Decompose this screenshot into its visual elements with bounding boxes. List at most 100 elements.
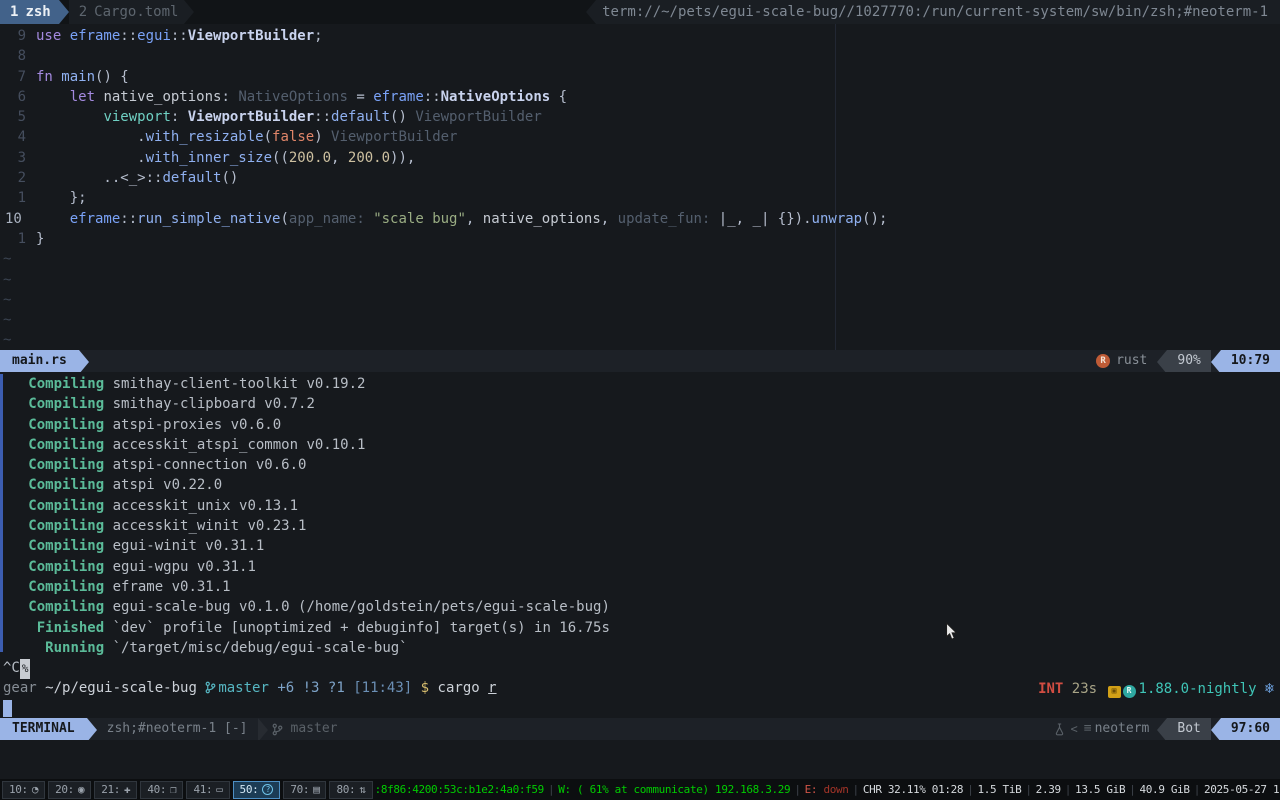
- text-segment: main: [61, 69, 95, 85]
- text-segment: ViewportBuilder: [331, 129, 457, 145]
- text-segment: ::: [146, 170, 163, 186]
- text-segment: (): [390, 109, 415, 125]
- terminal-line: Compiling atspi v0.22.0: [0, 475, 1280, 495]
- right-prompt: INT 23s ▣R1.88.0-nightly ❄: [1038, 678, 1274, 699]
- text-segment: %: [20, 659, 31, 679]
- bar-network-stats: :8f86:4200:53c:b1e2:4a0:f59|W: ( 61% at …: [375, 783, 863, 796]
- text-segment: [294, 680, 302, 696]
- text-segment: ViewportBuilder: [188, 28, 314, 44]
- server-name: neoterm: [1095, 718, 1150, 740]
- workspace-app-icon: ?: [262, 784, 273, 795]
- text-segment: egui-scale-bug v0.1.0 (/home/goldstein/p…: [104, 599, 610, 615]
- text-segment: accesskit_unix v0.13.1: [104, 498, 298, 514]
- terminal-title-wrap: term://~/pets/egui-scale-bug//1027770:/r…: [586, 0, 1280, 24]
- editor-buffer[interactable]: 9use eframe::egui::ViewportBuilder;87fn …: [0, 24, 1280, 350]
- stat-text: down: [823, 783, 848, 796]
- code-line: 9use eframe::egui::ViewportBuilder;: [0, 26, 1280, 46]
- workspace-button-41[interactable]: 41:▭: [186, 781, 229, 799]
- code-line: 1 };: [0, 188, 1280, 208]
- stat-text: :8f86:4200:53c:b1e2:4a0:f59: [375, 783, 544, 796]
- text-segment: }: [36, 231, 44, 247]
- text-segment: :: [221, 89, 238, 105]
- text-segment: ViewportBuilder: [188, 109, 314, 125]
- tabline: 1zsh 2Cargo.toml term://~/pets/egui-scal…: [0, 0, 1280, 24]
- terminal-buffer[interactable]: Compiling smithay-client-toolkit v0.19.2…: [0, 372, 1280, 718]
- line-number: 1: [0, 229, 26, 249]
- buffer-name: zsh;#neoterm-1 [-]: [97, 718, 258, 740]
- text-segment: [3, 640, 45, 656]
- text-segment: ::: [120, 28, 137, 44]
- terminal-line: Finished `dev` profile [unoptimized + de…: [0, 618, 1280, 638]
- stat-text: 40.9 GiB: [1140, 783, 1190, 796]
- text-segment: "scale bug": [373, 211, 466, 227]
- workspace-button-20[interactable]: 20:◉: [48, 781, 91, 799]
- workspace-button-10[interactable]: 10:◔: [2, 781, 45, 799]
- text-segment: 200.0: [289, 150, 331, 166]
- text-segment: =: [356, 89, 373, 105]
- text-segment: [3, 376, 28, 392]
- text-segment: use: [36, 28, 70, 44]
- separator: |: [548, 783, 554, 796]
- text-segment: [3, 700, 12, 717]
- text-segment: smithay-clipboard v0.7.2: [104, 396, 315, 412]
- workspace-button-50[interactable]: 50:?: [233, 781, 281, 799]
- text-segment: ::: [171, 28, 188, 44]
- cargo-package-icon: ▣: [1108, 686, 1121, 698]
- text-segment: eframe v0.31.1: [104, 579, 230, 595]
- workspace-app-icon: ❐: [170, 783, 176, 796]
- filetype-label: rust: [1116, 350, 1147, 372]
- text-segment: Compiling: [28, 538, 104, 554]
- empty-line-tilde: ~: [0, 290, 1280, 310]
- git-branch-icon: [205, 681, 216, 694]
- terminal-line: Compiling atspi-connection v0.6.0: [0, 455, 1280, 475]
- text-segment: let: [70, 89, 104, 105]
- code-line: 2 ..<_>::default(): [0, 168, 1280, 188]
- text-segment: ,: [331, 150, 348, 166]
- text-segment: 23s: [1063, 681, 1105, 697]
- empty-line-tilde: ~: [0, 330, 1280, 350]
- code-line: 8: [0, 46, 1280, 66]
- text-segment: !3: [303, 680, 320, 696]
- workspace-button-21[interactable]: 21:✚: [94, 781, 137, 799]
- separator: |: [794, 783, 800, 796]
- workspace-button-40[interactable]: 40: ❐: [140, 781, 183, 799]
- text-segment: $: [421, 680, 429, 696]
- text-segment: r: [488, 680, 496, 696]
- text-segment: Compiling: [28, 457, 104, 473]
- workspace-button-80[interactable]: 80:⇅: [329, 781, 372, 799]
- text-segment: ,: [601, 211, 618, 227]
- text-segment: [3, 417, 28, 433]
- code-line: 4 .with_resizable(false) ViewportBuilder: [0, 127, 1280, 147]
- cmdline-area: [0, 740, 1280, 779]
- mode-segment: TERMINAL: [0, 718, 87, 740]
- text-segment: Compiling: [28, 376, 104, 392]
- empty-line-tilde: ~: [0, 310, 1280, 330]
- terminal-line: Compiling smithay-client-toolkit v0.19.2: [0, 374, 1280, 394]
- bar-system-stats: CHR 32.11% 01:28|1.5 TiB|2.39|13.5 GiB|4…: [863, 783, 1280, 796]
- text-segment: +6: [277, 680, 294, 696]
- git-branch-segment: master: [268, 718, 348, 740]
- text-segment: native_options: [483, 211, 601, 227]
- workspace-button-70[interactable]: 70:▤: [283, 781, 326, 799]
- workspace-number: 40:: [147, 783, 166, 796]
- text-segment: default: [162, 170, 221, 186]
- line-number: 6: [0, 87, 26, 107]
- text-segment: [319, 680, 327, 696]
- workspace-number: 10:: [9, 783, 28, 796]
- terminal-output: Compiling smithay-client-toolkit v0.19.2…: [0, 374, 1280, 719]
- text-segment: accesskit_winit v0.23.1: [104, 518, 306, 534]
- text-segment: [412, 680, 420, 696]
- text-segment: egui-winit v0.31.1: [104, 538, 264, 554]
- i3-status-bar: 10:◔20:◉21:✚ 40: ❐ 41:▭50:?70:▤80:⇅ :8f86:4…: [0, 779, 1280, 800]
- stat-text: CHR 32.11% 01:28: [863, 783, 963, 796]
- stat-text: 13.5 GiB: [1075, 783, 1125, 796]
- stat-text: 2025-05-27 11:43:10: [1204, 783, 1280, 796]
- tab-zsh[interactable]: 1zsh: [0, 0, 59, 24]
- text-segment: (: [280, 211, 288, 227]
- tab-cargo-toml[interactable]: 2Cargo.toml: [69, 0, 185, 24]
- text-segment: ::: [120, 211, 137, 227]
- text-segment: [3, 599, 28, 615]
- text-segment: atspi-connection v0.6.0: [104, 457, 306, 473]
- text-segment: [3, 457, 28, 473]
- text-segment: eframe: [70, 28, 121, 44]
